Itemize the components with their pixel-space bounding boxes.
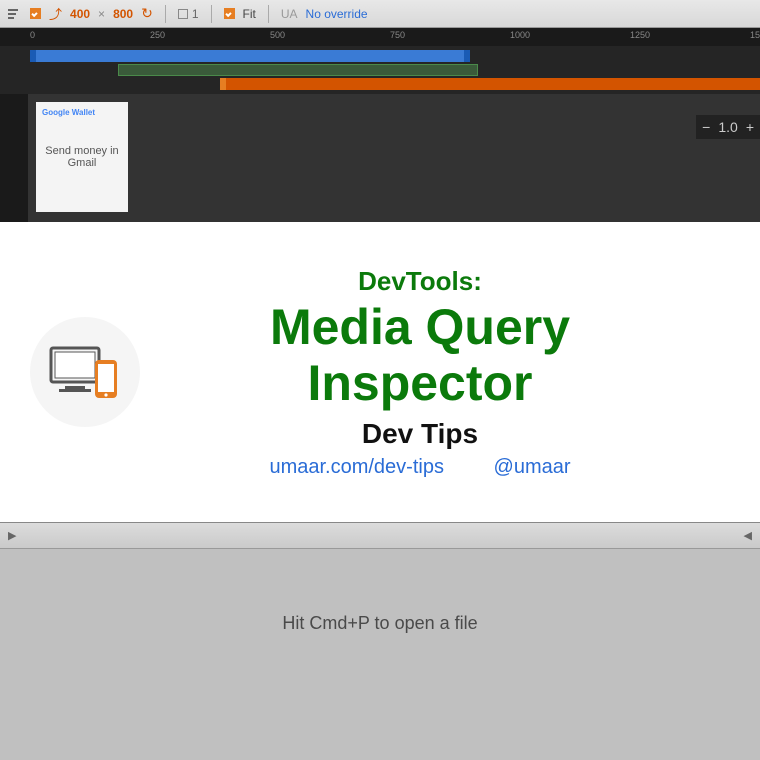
- open-file-hint: Hit Cmd+P to open a file: [0, 613, 760, 634]
- ruler-tick: 250: [150, 30, 165, 40]
- width-input[interactable]: 400: [70, 7, 90, 21]
- media-query-bar-max[interactable]: [30, 50, 470, 62]
- twitter-link[interactable]: @umaar: [494, 456, 571, 478]
- fit-label: Fit: [243, 7, 256, 21]
- menu-icon[interactable]: [6, 7, 22, 21]
- fit-screen-icon: [178, 9, 188, 19]
- title-card: DevTools: Media Query Inspector Dev Tips…: [0, 222, 760, 522]
- dimension-separator: ×: [98, 7, 105, 21]
- ua-label: UA: [281, 7, 298, 21]
- media-query-bar-min[interactable]: [220, 78, 760, 90]
- swap-dimensions-icon[interactable]: ↻: [141, 5, 153, 22]
- zoom-control: − 1.0 +: [696, 115, 760, 139]
- media-query-inspector: [0, 46, 760, 94]
- preview-tagline: Send money in Gmail: [42, 145, 122, 169]
- height-input[interactable]: 800: [113, 7, 133, 21]
- toolbar-separator: [165, 5, 166, 23]
- toolbar-separator: [268, 5, 269, 23]
- scale-control[interactable]: 1: [178, 7, 199, 21]
- rotate-icon[interactable]: ⤴: [49, 4, 62, 23]
- card-text: DevTools: Media Query Inspector Dev Tips…: [160, 266, 760, 479]
- scale-value: 1: [192, 7, 199, 21]
- sources-toolbar: ▶ ◀: [0, 523, 760, 549]
- preview-logo: Google Wallet: [42, 108, 122, 117]
- zoom-out-button[interactable]: −: [702, 119, 710, 135]
- ruler-tick: 1000: [510, 30, 530, 40]
- ua-select[interactable]: No override: [306, 7, 368, 21]
- site-link[interactable]: umaar.com/dev-tips: [269, 456, 444, 478]
- ruler-tick: 1500: [750, 30, 760, 40]
- toolbar-separator: [211, 5, 212, 23]
- card-links: umaar.com/dev-tips @umaar: [160, 456, 680, 479]
- card-devtips: Dev Tips: [160, 418, 680, 450]
- card-title-line2: Inspector: [160, 357, 680, 410]
- debugger-toggle-icon[interactable]: ◀: [744, 529, 752, 542]
- ruler-tick: 1250: [630, 30, 650, 40]
- ruler-tick: 0: [30, 30, 35, 40]
- page-preview[interactable]: Google Wallet Send money in Gmail: [36, 102, 128, 212]
- media-query-bar-range[interactable]: [118, 64, 478, 76]
- device-toolbar: ⤴ 400 × 800 ↻ 1 Fit UA No override: [0, 0, 760, 28]
- fit-checkbox[interactable]: [224, 8, 235, 19]
- sources-panel: ▶ ◀ Hit Cmd+P to open a file: [0, 522, 760, 760]
- card-title-line1: Media Query: [160, 301, 680, 354]
- devices-icon: [30, 317, 140, 427]
- navigator-toggle-icon[interactable]: ▶: [8, 529, 16, 542]
- ruler-horizontal: 0 250 500 750 1000 1250 1500: [0, 28, 760, 46]
- device-preview-area: Google Wallet Send money in Gmail: [0, 94, 760, 222]
- card-subtitle: DevTools:: [160, 266, 680, 297]
- ruler-vertical: [0, 94, 28, 222]
- device-mode-checkbox[interactable]: [30, 8, 41, 19]
- ruler-tick: 750: [390, 30, 405, 40]
- zoom-in-button[interactable]: +: [746, 119, 754, 135]
- ruler-tick: 500: [270, 30, 285, 40]
- zoom-value: 1.0: [718, 119, 737, 135]
